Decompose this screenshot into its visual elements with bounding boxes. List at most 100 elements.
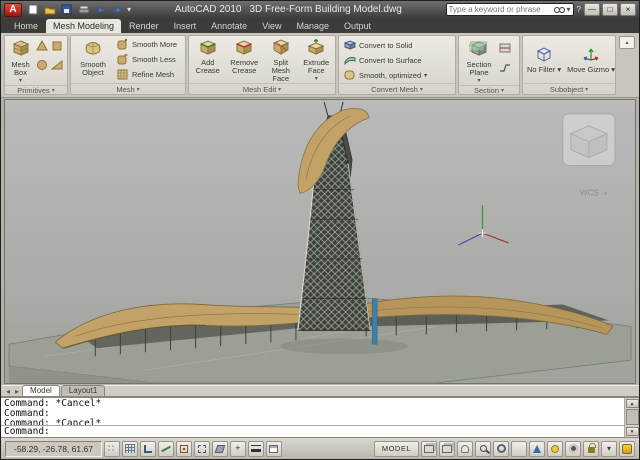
save-icon[interactable] xyxy=(59,3,74,16)
mesh-sphere-icon[interactable] xyxy=(36,58,50,76)
tab-output[interactable]: Output xyxy=(337,19,378,33)
add-crease-button[interactable]: Add Crease xyxy=(191,37,225,83)
new-icon[interactable] xyxy=(25,3,40,16)
dynamic-ucs-toggle[interactable] xyxy=(212,441,228,457)
mesh-box-button[interactable]: Mesh Box ▾ xyxy=(7,37,34,84)
ribbon-minimize-button[interactable]: ▴ xyxy=(619,36,635,49)
model-space-button[interactable]: MODEL xyxy=(374,441,419,457)
extrude-face-button[interactable]: Extrude Face ▾ xyxy=(299,37,333,83)
smooth-object-label: Smooth Object xyxy=(74,61,112,78)
tab-home[interactable]: Home xyxy=(7,19,45,33)
tab-manage[interactable]: Manage xyxy=(289,19,336,33)
smooth-less-button[interactable]: Smooth Less xyxy=(115,52,179,67)
scrollbar-thumb[interactable] xyxy=(626,409,639,425)
search-binoculars-icon[interactable] xyxy=(554,1,565,19)
command-scrollbar[interactable]: ▲ ▼ xyxy=(624,398,639,437)
quick-view-drawings-button[interactable] xyxy=(439,441,455,457)
dynamic-input-toggle[interactable]: + xyxy=(230,441,246,457)
tab-view[interactable]: View xyxy=(255,19,288,33)
viewcube[interactable] xyxy=(563,114,615,166)
tab-annotate[interactable]: Annotate xyxy=(204,19,254,33)
panel-title-section[interactable]: Section▾ xyxy=(459,85,519,95)
annotation-visibility-button[interactable] xyxy=(547,441,563,457)
open-icon[interactable] xyxy=(42,3,57,16)
scroll-down-icon[interactable]: ▼ xyxy=(626,427,639,436)
mesh-cone-icon[interactable] xyxy=(36,39,50,57)
object-snap-tracking-toggle[interactable] xyxy=(194,441,210,457)
search-input[interactable] xyxy=(449,5,552,14)
clean-screen-button[interactable] xyxy=(619,441,635,457)
panel-title-convert-mesh[interactable]: Convert Mesh▾ xyxy=(339,83,455,94)
smooth-object-icon xyxy=(83,39,103,59)
layout-nav-left-icon[interactable]: ◂ xyxy=(4,388,12,396)
workspace-switching-button[interactable] xyxy=(565,441,581,457)
no-filter-button[interactable]: No Filter▾ xyxy=(525,46,563,74)
convert-to-solid-button[interactable]: Convert to Solid xyxy=(342,38,452,53)
coordinate-display[interactable]: -58.29, -26.78, 61.67 xyxy=(5,441,102,457)
quick-properties-icon xyxy=(269,445,278,453)
tab-model[interactable]: Model xyxy=(22,385,60,397)
help-icon[interactable]: ? xyxy=(577,6,581,14)
zoom-button[interactable] xyxy=(475,441,491,457)
tab-layout1[interactable]: Layout1 xyxy=(61,385,105,397)
snap-toggle[interactable] xyxy=(104,441,120,457)
refine-mesh-button[interactable]: Refine Mesh xyxy=(115,67,179,82)
qat-dropdown-icon[interactable]: ▾ xyxy=(127,6,131,14)
tab-mesh-modeling[interactable]: Mesh Modeling xyxy=(46,19,121,33)
panel-title-mesh-edit[interactable]: Mesh Edit▾ xyxy=(189,83,335,94)
panel-title-subobject[interactable]: Subobject▾ xyxy=(523,83,615,94)
steering-wheel-icon xyxy=(497,444,506,453)
mesh-cylinder-icon[interactable] xyxy=(51,39,65,57)
mesh-wedge-icon[interactable] xyxy=(51,58,65,76)
smooth-object-button[interactable]: Smooth Object xyxy=(73,37,113,83)
panel-title-primitives[interactable]: Primitives▾ xyxy=(5,85,67,95)
move-gizmo-label: Move Gizmo xyxy=(567,65,609,74)
panel-title-mesh[interactable]: Mesh▾ xyxy=(71,83,185,94)
quick-properties-toggle[interactable] xyxy=(266,441,282,457)
ortho-toggle[interactable] xyxy=(140,441,156,457)
panel-primitives: Mesh Box ▾ Primitives▾ xyxy=(4,35,68,95)
remove-crease-button[interactable]: Remove Crease xyxy=(227,37,262,83)
status-menu-button[interactable]: ▾ xyxy=(601,441,617,457)
undo-icon[interactable] xyxy=(93,3,108,16)
plot-icon[interactable] xyxy=(76,3,91,16)
mesh-box-icon xyxy=(11,39,31,59)
close-button[interactable]: × xyxy=(620,3,636,16)
application-menu-button[interactable]: A xyxy=(4,3,22,17)
polar-tracking-toggle[interactable] xyxy=(158,441,174,457)
object-snap-toggle[interactable] xyxy=(176,441,192,457)
add-crease-icon xyxy=(199,39,217,57)
smooth-optimized-label: Smooth, optimized xyxy=(359,71,421,80)
search-dropdown-icon[interactable]: ▾ xyxy=(567,6,571,14)
section-plane-button[interactable]: Section Plane ▾ xyxy=(461,37,497,84)
move-gizmo-button[interactable]: Move Gizmo▾ xyxy=(565,46,617,74)
smooth-more-button[interactable]: Smooth More xyxy=(115,37,179,52)
split-mesh-face-button[interactable]: Split Mesh Face xyxy=(264,37,298,83)
viewport-canvas[interactable]: WCS ▾ xyxy=(5,100,635,383)
pan-button[interactable] xyxy=(457,441,473,457)
smooth-optimized-dropdown[interactable]: Smooth, optimized ▾ xyxy=(342,68,452,83)
steering-wheel-button[interactable] xyxy=(493,441,509,457)
annotation-scale-button[interactable] xyxy=(529,441,545,457)
show-motion-button[interactable] xyxy=(511,441,527,457)
command-window[interactable]: Command: *Cancel* Command: Command: *Can… xyxy=(1,396,639,437)
maximize-button[interactable]: □ xyxy=(602,3,618,16)
redo-icon[interactable] xyxy=(110,3,125,16)
toolbar-lock-button[interactable] xyxy=(583,441,599,457)
convert-to-surface-button[interactable]: Convert to Surface xyxy=(342,53,452,68)
layout-nav-right-icon[interactable]: ▸ xyxy=(13,388,21,396)
chevron-down-icon: ▾ xyxy=(137,86,140,93)
annotation-visibility-icon xyxy=(551,445,559,453)
lineweight-toggle[interactable] xyxy=(248,441,264,457)
scroll-up-icon[interactable]: ▲ xyxy=(626,399,639,408)
move-gizmo-icon xyxy=(582,46,600,64)
command-prompt[interactable]: Command: xyxy=(1,425,624,437)
tab-render[interactable]: Render xyxy=(122,19,166,33)
section-jog-icon[interactable] xyxy=(499,60,511,78)
grid-toggle[interactable] xyxy=(122,441,138,457)
live-section-icon[interactable] xyxy=(499,40,511,58)
section-plane-icon xyxy=(469,39,489,59)
quick-view-layouts-button[interactable] xyxy=(421,441,437,457)
tab-insert[interactable]: Insert xyxy=(167,19,204,33)
minimize-button[interactable]: — xyxy=(584,3,600,16)
